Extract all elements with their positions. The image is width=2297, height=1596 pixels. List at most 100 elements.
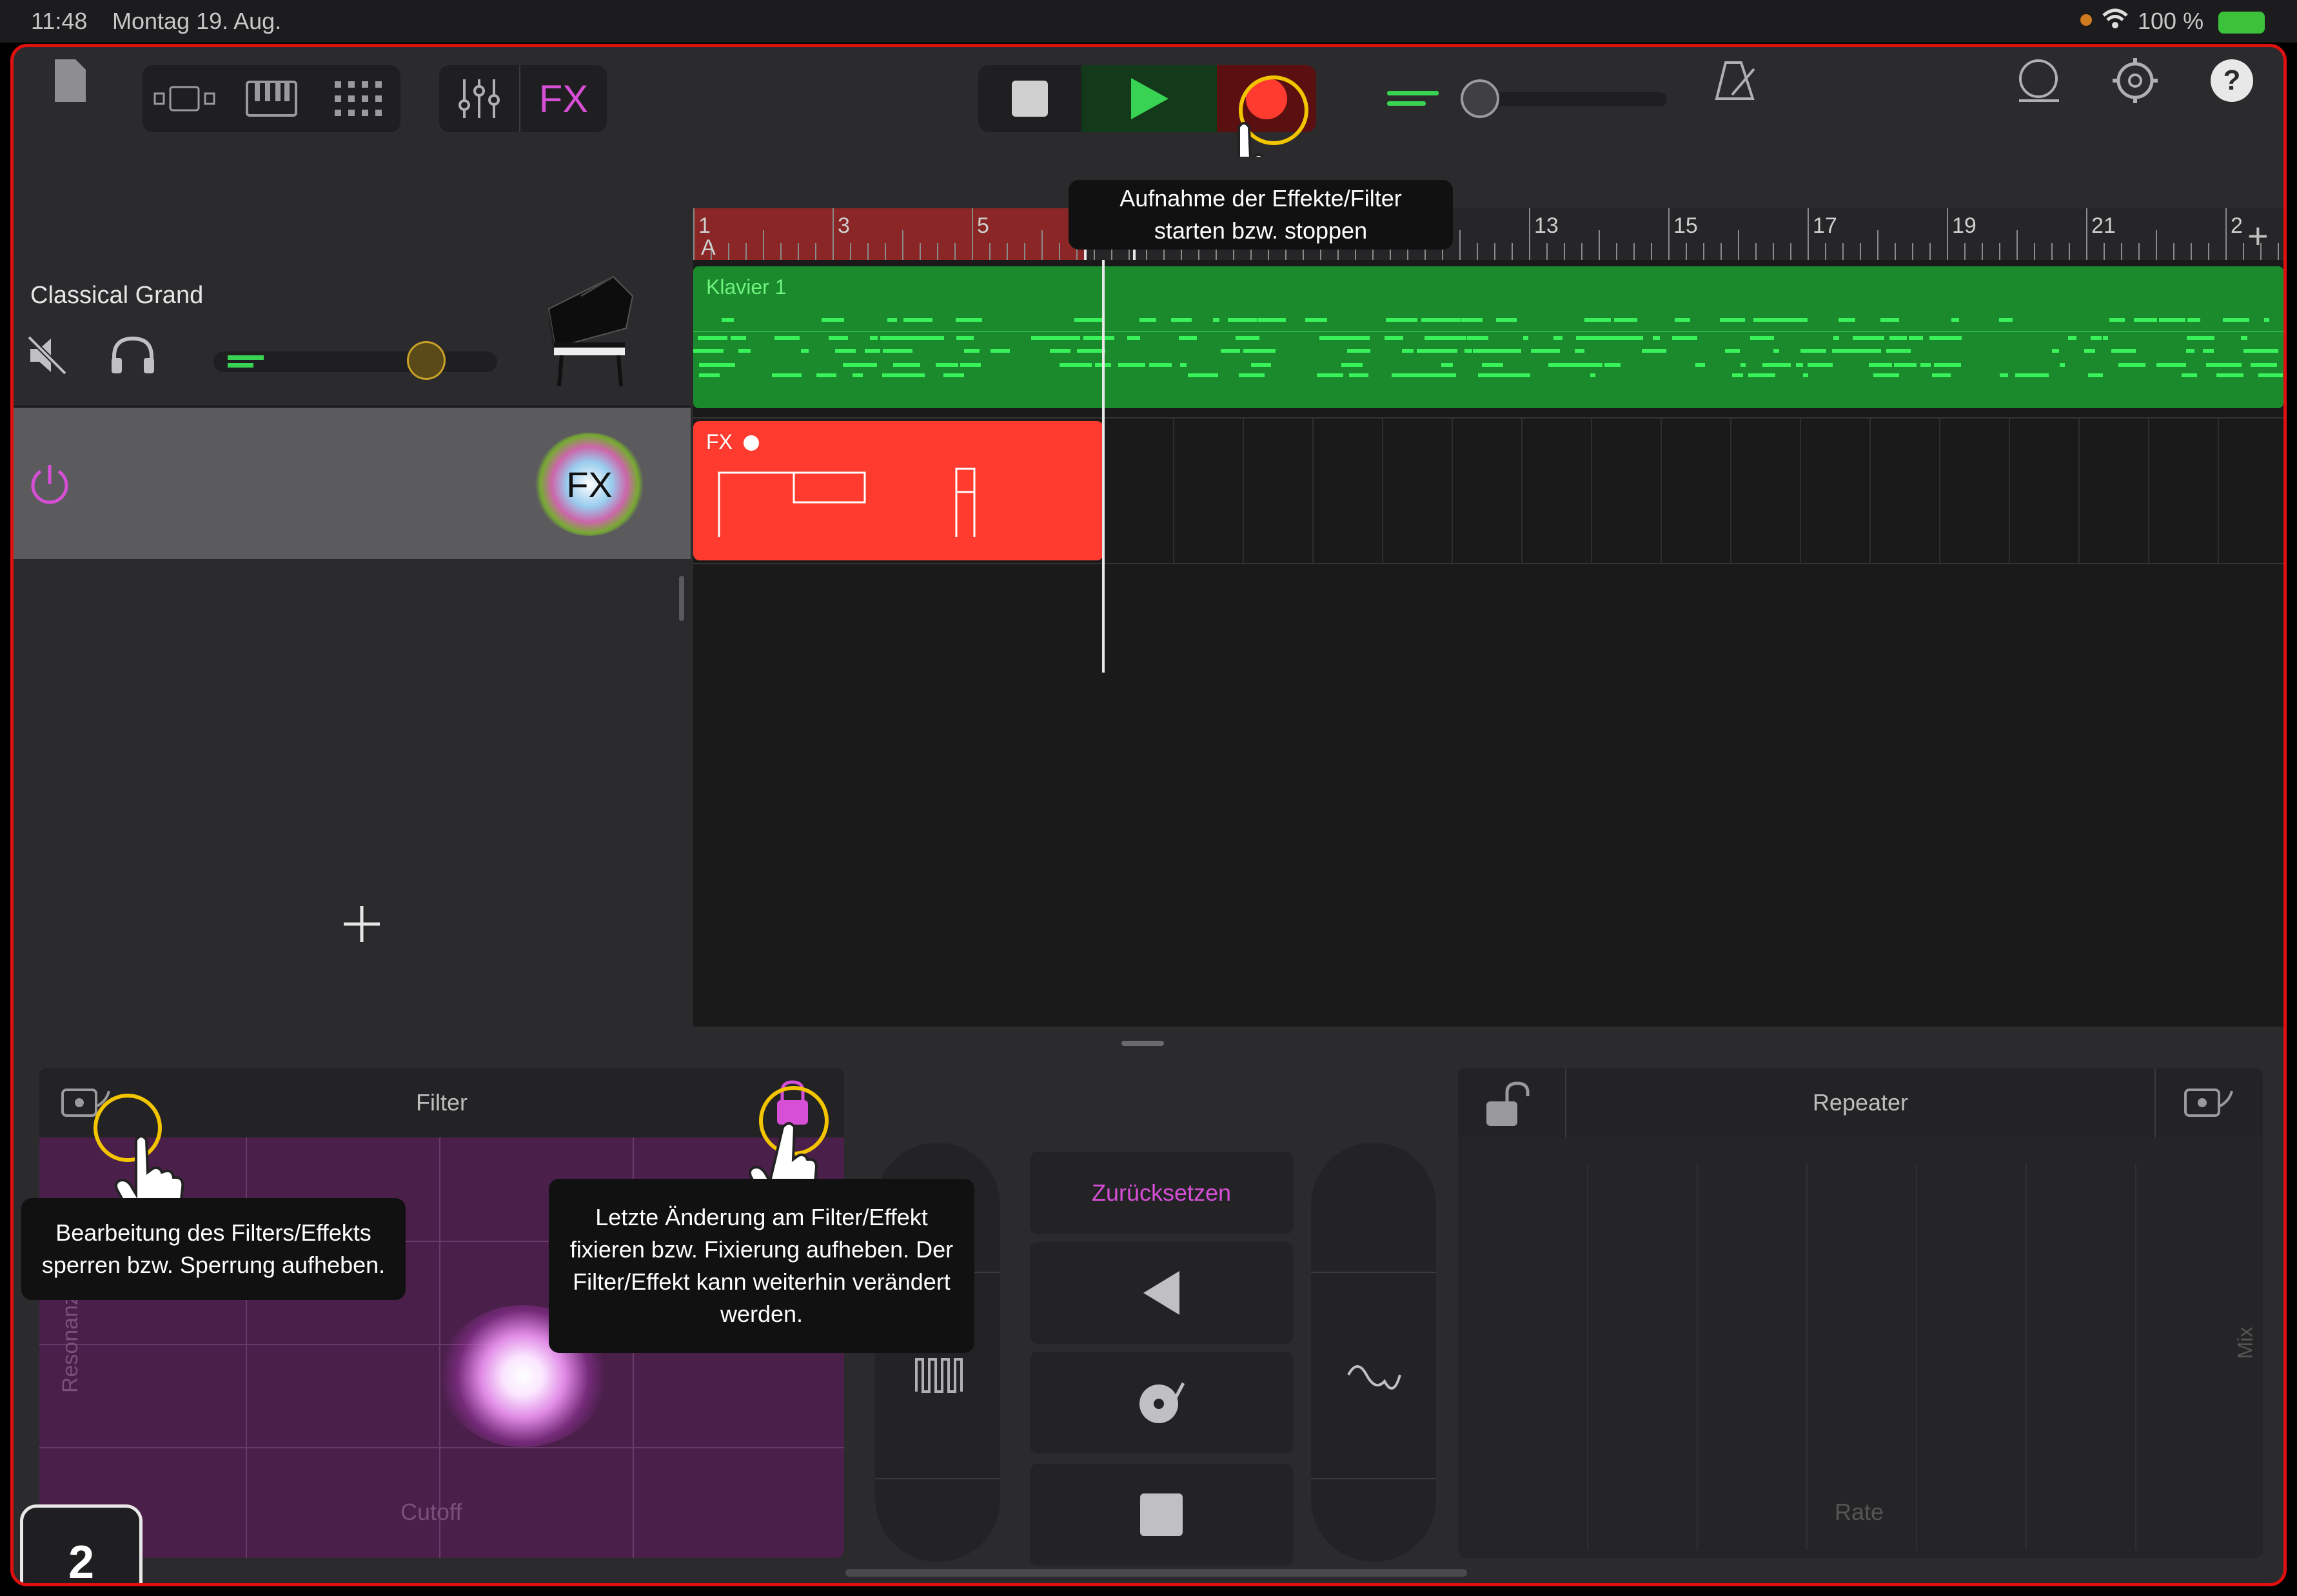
ruler-tick xyxy=(972,208,973,260)
mute-button[interactable] xyxy=(26,335,68,379)
midi-note xyxy=(1239,373,1265,377)
power-button[interactable] xyxy=(26,461,73,511)
region-klavier[interactable]: Klavier 1 xyxy=(693,266,2283,408)
settings-button[interactable] xyxy=(2103,47,2167,114)
grid-line xyxy=(2218,419,2219,563)
midi-note xyxy=(2187,318,2200,322)
loop-icon xyxy=(2019,59,2059,102)
midi-note xyxy=(2251,363,2260,367)
panel-drag-handle[interactable] xyxy=(1121,1041,1164,1046)
midi-note xyxy=(898,336,916,340)
ruler-subtick xyxy=(1895,243,1896,260)
midi-note xyxy=(1031,336,1054,340)
ruler-subtick xyxy=(989,243,991,260)
keyboard-button[interactable] xyxy=(233,65,310,132)
midi-note xyxy=(1386,318,1415,322)
midi-note xyxy=(1478,373,1501,377)
grid-line xyxy=(1452,419,1453,563)
fx-button[interactable]: FX xyxy=(520,65,607,132)
volume-knob[interactable] xyxy=(407,341,446,380)
ruler-subtick xyxy=(1773,243,1774,260)
track-header-piano[interactable]: Classical Grand xyxy=(14,257,691,407)
ruler-subtick xyxy=(1024,243,1025,260)
ruler-subtick xyxy=(1059,243,1060,260)
document-icon xyxy=(55,59,86,102)
grid-button[interactable] xyxy=(317,65,400,132)
track-volume-slider[interactable] xyxy=(213,341,504,380)
midi-note xyxy=(738,349,751,353)
ruler-subtick xyxy=(2243,243,2244,260)
ruler-subtick xyxy=(745,243,747,260)
live-loops-fx-panel: Filter Cutoff Resonanz Zurücksetzen Repe… xyxy=(14,1027,2283,1583)
add-track-button[interactable] xyxy=(342,905,381,947)
repeater-xy-pad[interactable]: Rate Mix xyxy=(1458,1138,2263,1558)
ruler[interactable]: 135791113151719212 A + xyxy=(693,208,2283,260)
midi-note xyxy=(1221,349,1240,353)
headphones-icon xyxy=(112,336,154,373)
ruler-subtick xyxy=(1982,243,1983,260)
solo-button[interactable] xyxy=(109,335,157,379)
repeater-lock-button[interactable] xyxy=(2182,1082,2238,1124)
midi-note xyxy=(834,336,841,340)
midi-note xyxy=(1305,318,1327,322)
midi-note xyxy=(1584,318,1611,322)
resize-handle[interactable] xyxy=(679,576,684,621)
ruler-subtick xyxy=(1564,243,1565,260)
play-button[interactable] xyxy=(1081,65,1217,132)
add-section-button[interactable]: + xyxy=(2247,215,2269,257)
master-volume-slider[interactable] xyxy=(1374,79,1671,118)
track-header-fx[interactable]: FX xyxy=(14,408,691,559)
wobble-pad[interactable] xyxy=(1311,1143,1436,1562)
midi-note xyxy=(2186,349,2194,353)
midi-note xyxy=(865,349,880,353)
midi-note xyxy=(1461,336,1466,340)
reset-button[interactable]: Zurücksetzen xyxy=(1030,1152,1293,1234)
ruler-subtick xyxy=(1616,243,1617,260)
midi-note xyxy=(1548,363,1567,367)
midi-note xyxy=(849,363,877,367)
midi-note xyxy=(2248,349,2278,353)
region-fx[interactable]: FX xyxy=(693,421,1103,560)
tracks-view-button[interactable] xyxy=(143,65,226,132)
help-button[interactable]: ? xyxy=(2200,47,2264,114)
gear-icon xyxy=(2113,58,2158,103)
midi-note xyxy=(883,349,912,353)
scratch-button[interactable] xyxy=(1030,1352,1293,1453)
garageband-window: FX ? Classical Grand FX 1 3 5 13 15 17 1… xyxy=(10,44,2287,1586)
ruler-subtick xyxy=(1720,243,1722,260)
stop-button[interactable] xyxy=(978,65,1081,132)
ruler-subtick xyxy=(885,243,886,260)
ruler-subtick xyxy=(1494,243,1495,260)
ruler-subtick xyxy=(780,243,782,260)
midi-note xyxy=(1951,318,1959,322)
midi-note xyxy=(1501,373,1530,377)
midi-note xyxy=(2118,363,2145,367)
pad-lock-icon xyxy=(2184,1089,2233,1117)
volume-knob[interactable] xyxy=(1461,79,1499,118)
midi-note xyxy=(827,318,844,322)
reverse-icon xyxy=(1143,1271,1179,1315)
grid-line xyxy=(1939,419,1940,563)
ruler-subtick xyxy=(1912,243,1913,260)
mixer-button[interactable] xyxy=(439,65,519,132)
speaker-muted-icon xyxy=(27,335,67,375)
cycle-region[interactable] xyxy=(693,208,1085,260)
reverse-button[interactable] xyxy=(1030,1242,1293,1344)
ruler-subtick xyxy=(954,243,956,260)
midi-note xyxy=(1050,349,1070,353)
tape-stop-button[interactable] xyxy=(1030,1464,1293,1566)
midi-note xyxy=(1086,318,1103,322)
midi-note xyxy=(882,336,898,340)
midi-note xyxy=(2088,373,2103,377)
repeater-fix-button[interactable] xyxy=(1481,1079,1530,1134)
ruler-subtick xyxy=(2069,243,2070,260)
my-songs-button[interactable] xyxy=(44,47,96,114)
midi-note xyxy=(1385,336,1403,340)
ruler-subtick xyxy=(1929,243,1931,260)
ruler-tick xyxy=(693,208,695,260)
midi-note xyxy=(1402,349,1414,353)
midi-note xyxy=(1725,349,1735,353)
metronome-button[interactable] xyxy=(1703,47,1768,114)
mixer-sliders-icon xyxy=(458,79,500,118)
loop-browser-button[interactable] xyxy=(2006,47,2071,114)
